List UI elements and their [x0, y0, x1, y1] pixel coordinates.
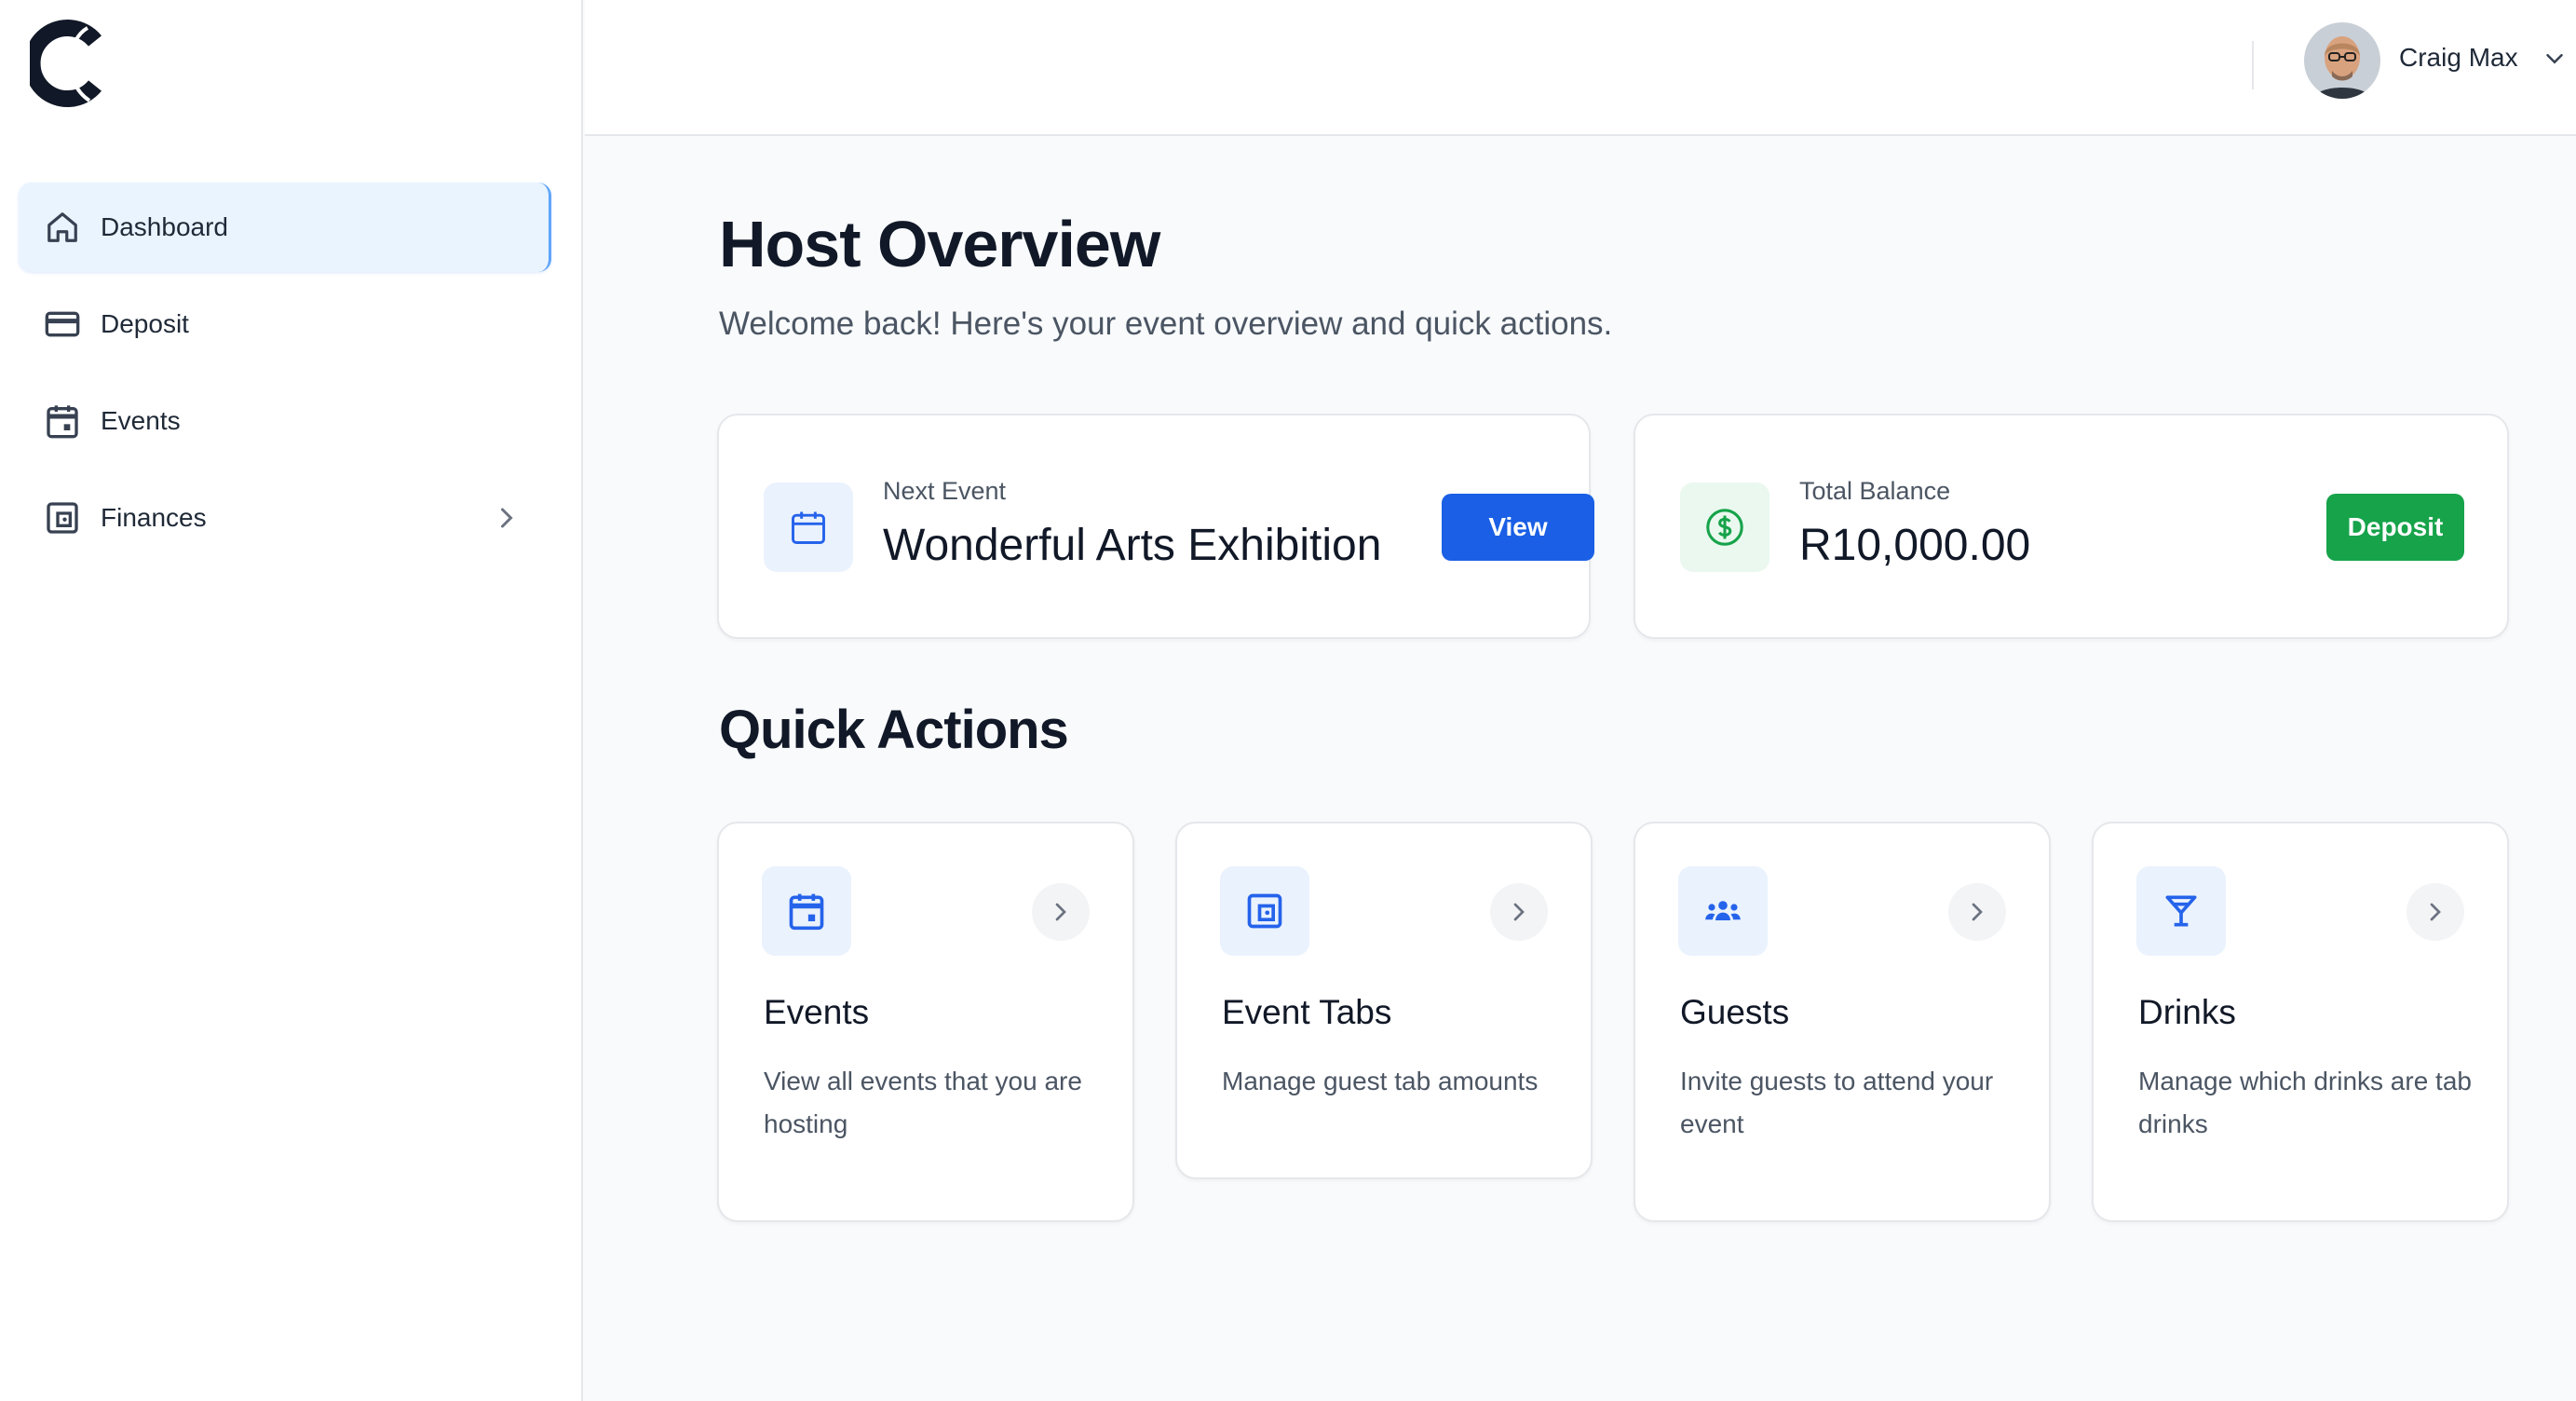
sidebar-item-label: Dashboard: [101, 212, 228, 241]
quick-action-drinks[interactable]: Drinks Manage which drinks are tab drink…: [2092, 822, 2509, 1222]
sidebar-item-events[interactable]: Events: [19, 376, 551, 466]
page-subtitle: Welcome back! Here's your event overview…: [719, 306, 1613, 342]
credit-card-icon: [43, 305, 82, 344]
balance-card: Total Balance R10,000.00 Deposit: [1634, 414, 2509, 639]
page-title: Host Overview: [719, 208, 1160, 280]
balance-label: Total Balance: [1799, 477, 1951, 505]
view-event-button[interactable]: View: [1442, 494, 1594, 561]
quick-action-description: Manage guest tab amounts: [1222, 1067, 1539, 1095]
calendar-icon: [43, 401, 82, 441]
chevron-right-icon[interactable]: [2407, 883, 2464, 941]
quick-action-description: View all events that you are hosting: [764, 1067, 1082, 1138]
sidebar-item-finances[interactable]: Finances: [19, 473, 551, 563]
sidebar-item-deposit[interactable]: Deposit: [19, 279, 551, 369]
c-logo-icon[interactable]: [23, 17, 110, 110]
sidebar-item-dashboard[interactable]: Dashboard: [19, 183, 551, 272]
next-event-label: Next Event: [883, 477, 1007, 505]
dollar-circle-icon: [1680, 483, 1769, 572]
avatar[interactable]: [2304, 22, 2380, 99]
quick-action-title: Guests: [1680, 993, 1790, 1031]
quick-action-title: Drinks: [2138, 993, 2236, 1031]
wallet-icon: [43, 498, 82, 537]
next-event-card: Next Event Wonderful Arts Exhibition Vie…: [717, 414, 1594, 639]
header-divider: [2252, 41, 2254, 89]
users-icon: [1678, 866, 1768, 956]
next-event-name: Wonderful Arts Exhibition: [883, 521, 1382, 570]
sidebar-item-label: Finances: [101, 503, 207, 532]
wallet-icon: [1220, 866, 1309, 956]
top-bar: Craig Max: [585, 0, 2576, 136]
quick-action-guests[interactable]: Guests Invite guests to attend your even…: [1634, 822, 2051, 1222]
quick-action-event-tabs[interactable]: Event Tabs Manage guest tab amounts: [1175, 822, 1593, 1179]
deposit-button[interactable]: Deposit: [2326, 494, 2464, 561]
quick-action-title: Event Tabs: [1222, 993, 1392, 1031]
quick-action-description: Manage which drinks are tab drinks: [2138, 1067, 2472, 1138]
chevron-right-icon[interactable]: [1948, 883, 2006, 941]
chevron-right-icon[interactable]: [1032, 883, 1090, 941]
user-name[interactable]: Craig Max: [2399, 43, 2518, 73]
calendar-icon: [764, 483, 853, 572]
quick-action-title: Events: [764, 993, 870, 1031]
chevron-right-icon[interactable]: [1490, 883, 1548, 941]
home-icon: [43, 208, 82, 247]
sidebar-item-label: Deposit: [101, 309, 189, 338]
cocktail-icon: [2136, 866, 2226, 956]
quick-action-events[interactable]: Events View all events that you are host…: [717, 822, 1134, 1222]
sidebar: Dashboard Deposit Events Finances: [0, 0, 583, 1401]
balance-value: R10,000.00: [1799, 521, 2031, 570]
chevron-right-icon[interactable]: [490, 501, 523, 535]
quick-action-description: Invite guests to attend your event: [1680, 1067, 1994, 1138]
calendar-icon: [762, 866, 851, 956]
quick-actions-title: Quick Actions: [719, 700, 1069, 760]
chevron-down-icon[interactable]: [2541, 45, 2569, 73]
sidebar-item-label: Events: [101, 406, 181, 435]
